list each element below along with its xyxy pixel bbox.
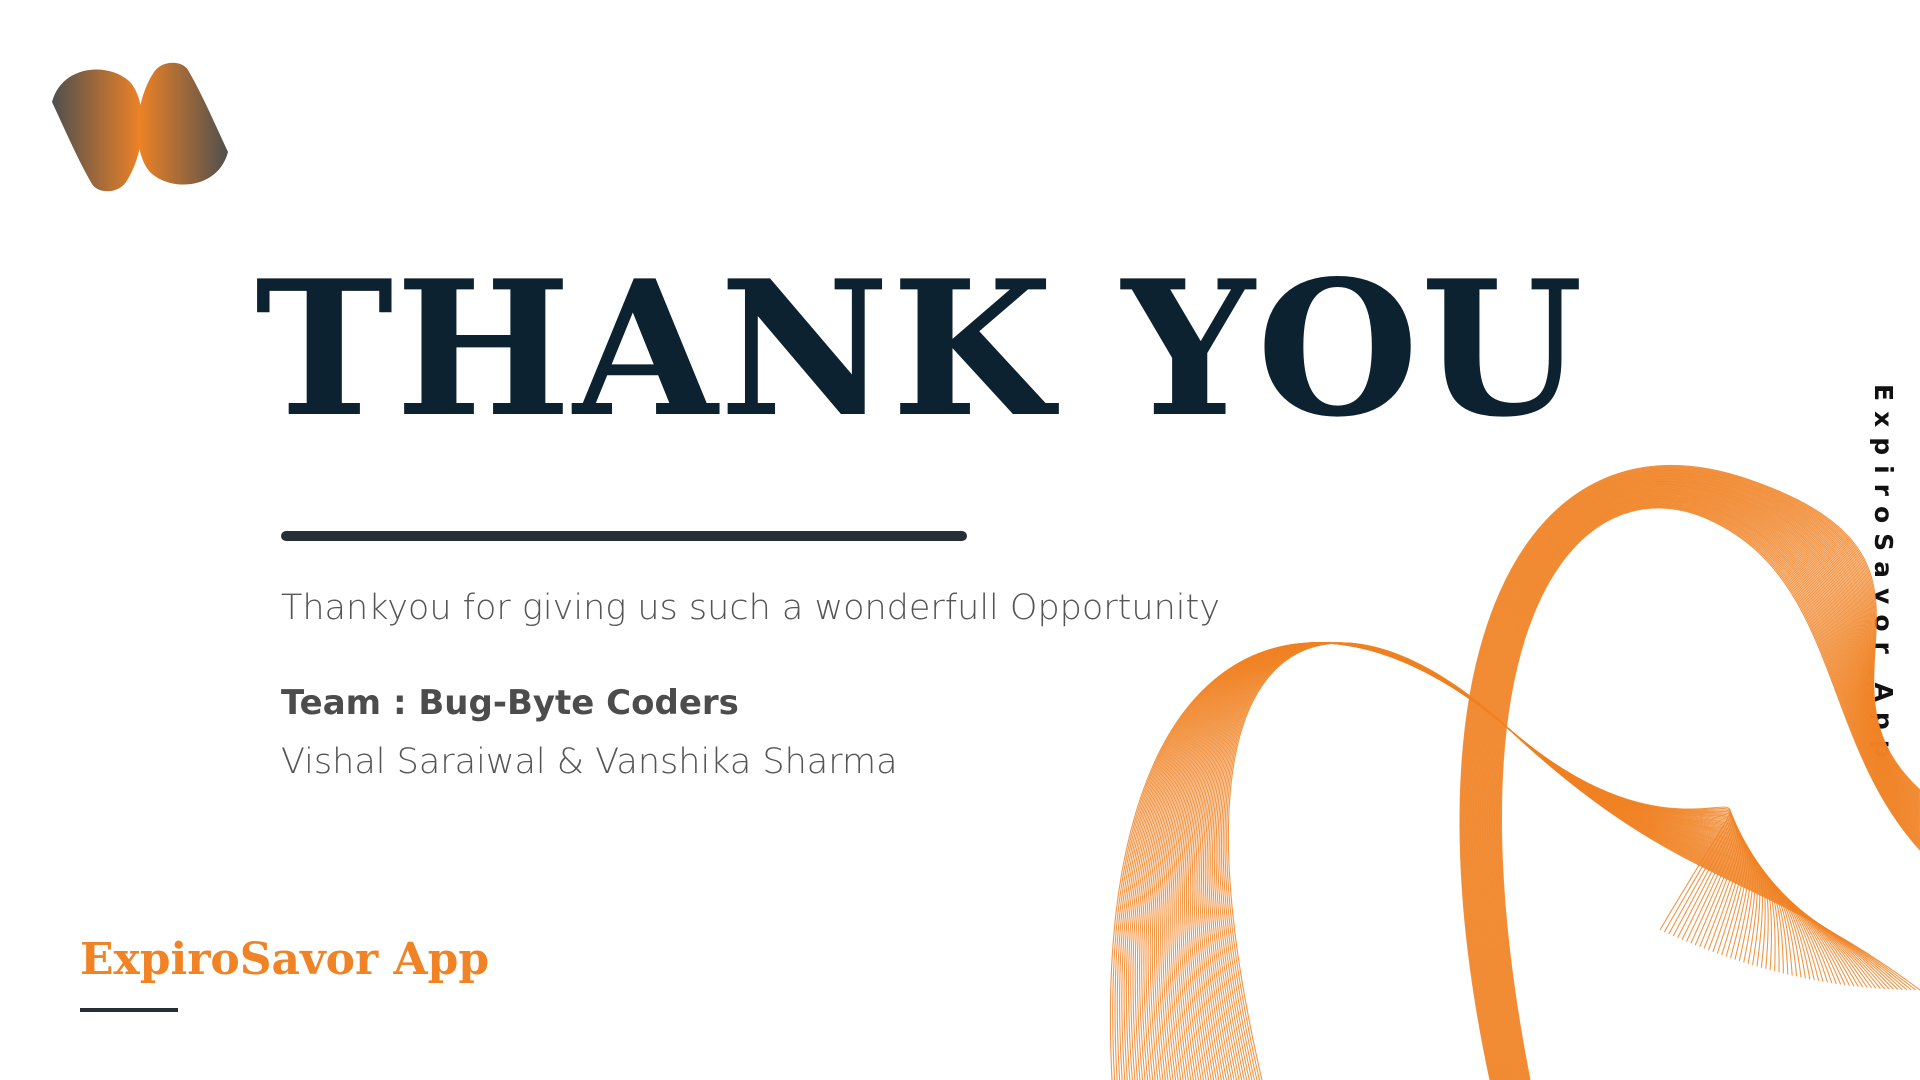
title-divider	[281, 531, 967, 541]
orange-wave-lines	[1110, 465, 1920, 1080]
page-title: THANK YOU	[255, 239, 1585, 458]
company-logo-icon	[52, 62, 228, 192]
brand-name: ExpiroSavor App	[80, 934, 490, 985]
subtitle-text: Thankyou for giving us such a wonderfull…	[281, 588, 1220, 628]
brand-underline	[80, 1008, 178, 1012]
team-members: Vishal Saraiwal & Vanshika Sharma	[281, 742, 898, 782]
team-name: Team : Bug-Byte Coders	[281, 683, 739, 723]
